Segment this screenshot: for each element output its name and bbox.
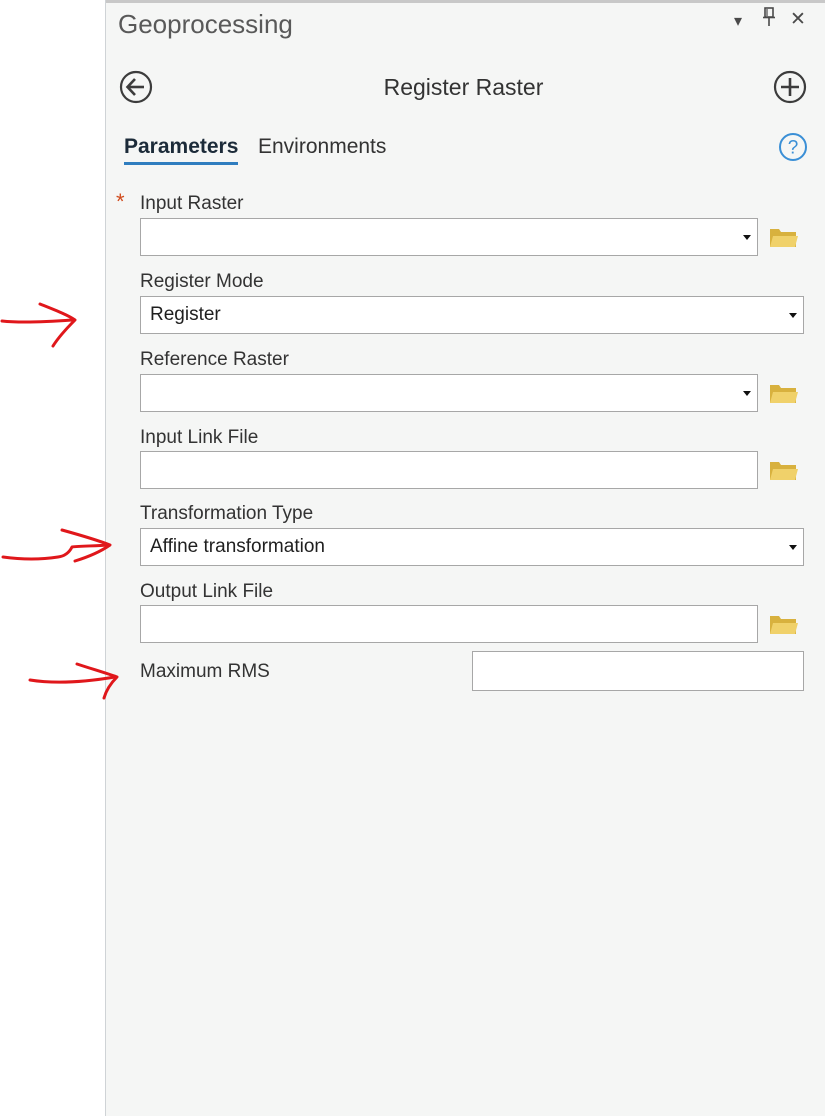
register-mode-label: Register Mode bbox=[140, 271, 264, 292]
maximum-rms-field[interactable] bbox=[472, 651, 804, 691]
input-raster-dropdown[interactable] bbox=[140, 218, 758, 256]
red-arrow-annotation-register-mode bbox=[0, 302, 77, 348]
input-raster-label: Input Raster bbox=[140, 193, 244, 214]
register-mode-dropdown[interactable]: Register bbox=[140, 296, 804, 334]
browse-folder-icon[interactable] bbox=[769, 226, 799, 250]
pin-icon[interactable] bbox=[762, 7, 776, 34]
reference-raster-label: Reference Raster bbox=[140, 349, 289, 370]
transformation-type-dropdown[interactable]: Affine transformation bbox=[140, 528, 804, 566]
pane-title: Geoprocessing bbox=[118, 9, 293, 39]
dropdown-arrow-icon bbox=[743, 391, 751, 396]
input-link-file-field[interactable] bbox=[140, 451, 758, 489]
pane-menu-chevron-icon[interactable]: ▾ bbox=[734, 10, 742, 34]
plus-circle-icon[interactable] bbox=[773, 70, 807, 109]
pane-top-border bbox=[106, 0, 825, 3]
geoprocessing-pane: Geoprocessing ▾ ✕ Register Raster Parame… bbox=[105, 0, 825, 1116]
tab-parameters[interactable]: Parameters bbox=[124, 132, 239, 165]
output-link-file-label: Output Link File bbox=[140, 581, 274, 602]
help-icon[interactable]: ? bbox=[778, 132, 808, 167]
required-asterisk: * bbox=[116, 189, 125, 214]
browse-folder-icon[interactable] bbox=[769, 459, 799, 483]
maximum-rms-label: Maximum RMS bbox=[140, 661, 270, 682]
reference-raster-dropdown[interactable] bbox=[140, 374, 758, 412]
svg-text:?: ? bbox=[788, 138, 799, 159]
transformation-type-value: Affine transformation bbox=[150, 536, 325, 557]
register-mode-value: Register bbox=[150, 304, 221, 325]
close-icon[interactable]: ✕ bbox=[790, 8, 806, 32]
tool-title: Register Raster bbox=[383, 74, 544, 100]
screenshot-page: Geoprocessing ▾ ✕ Register Raster Parame… bbox=[0, 0, 825, 1116]
red-arrow-annotation-transformation-type bbox=[1, 528, 112, 563]
input-link-file-label: Input Link File bbox=[140, 427, 259, 448]
browse-folder-icon[interactable] bbox=[769, 613, 799, 637]
dropdown-arrow-icon bbox=[743, 235, 751, 240]
transformation-type-label: Transformation Type bbox=[140, 503, 314, 524]
browse-folder-icon[interactable] bbox=[769, 382, 799, 406]
red-arrow-annotation-maximum-rms bbox=[28, 662, 119, 700]
output-link-file-field[interactable] bbox=[140, 605, 758, 643]
dropdown-arrow-icon bbox=[789, 313, 797, 318]
dropdown-arrow-icon bbox=[789, 545, 797, 550]
tab-environments[interactable]: Environments bbox=[258, 132, 386, 162]
